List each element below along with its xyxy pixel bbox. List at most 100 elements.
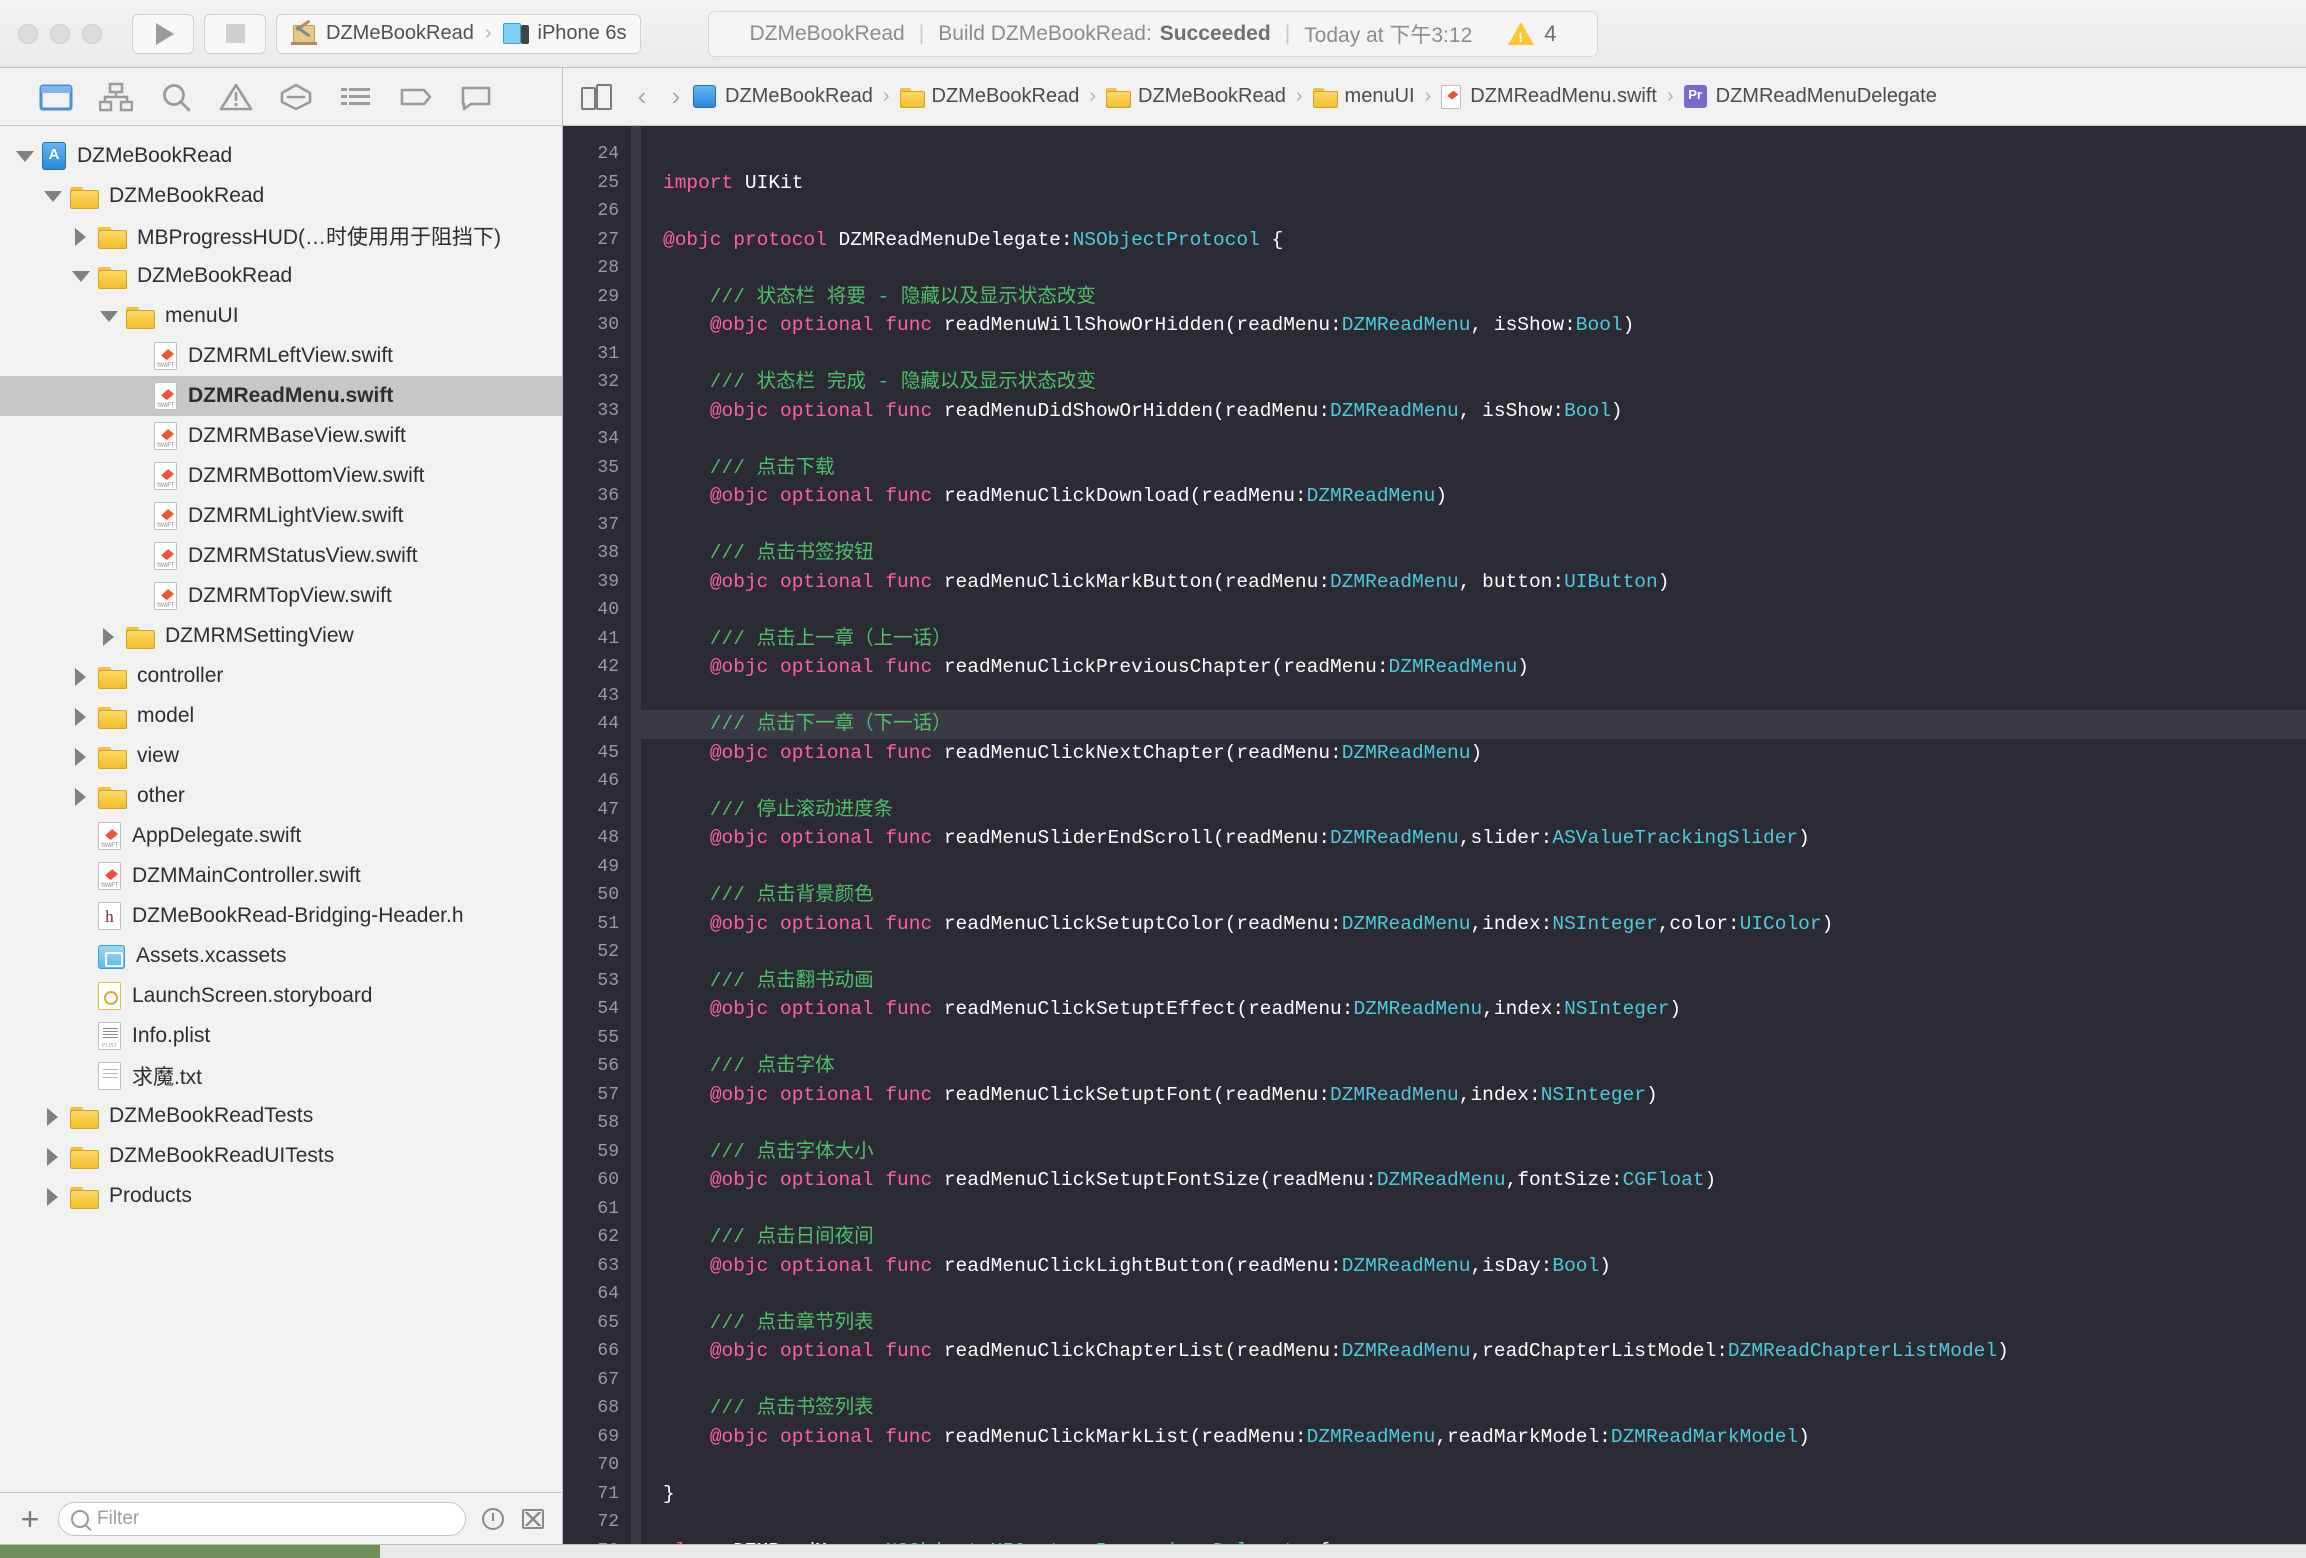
sidebar-item-breakpoint-navigator[interactable] bbox=[386, 74, 446, 120]
tree-row[interactable]: DZMRMTopView.swift bbox=[0, 576, 562, 616]
code-line[interactable]: /// 点击书签按钮 bbox=[663, 539, 2306, 568]
disclosure-triangle-icon[interactable] bbox=[42, 1185, 64, 1207]
run-button[interactable] bbox=[132, 13, 194, 54]
code-line[interactable]: /// 点击书签列表 bbox=[663, 1394, 2306, 1423]
code-line[interactable]: @objc optional func readMenuClickDownloa… bbox=[663, 482, 2306, 511]
tree-row[interactable]: model bbox=[0, 696, 562, 736]
back-button[interactable]: ‹ bbox=[625, 81, 659, 112]
stop-button[interactable] bbox=[204, 13, 266, 54]
code-line[interactable] bbox=[663, 1508, 2306, 1537]
tree-row[interactable]: DZMeBookRead bbox=[0, 136, 562, 176]
disclosure-triangle-icon[interactable] bbox=[70, 225, 92, 247]
code-line[interactable] bbox=[663, 1280, 2306, 1309]
tree-row[interactable]: 求魔.txt bbox=[0, 1056, 562, 1096]
sidebar-item-test-navigator[interactable] bbox=[266, 74, 326, 120]
code-line[interactable]: /// 点击翻书动画 bbox=[663, 967, 2306, 996]
code-line[interactable] bbox=[663, 1451, 2306, 1480]
code-line[interactable] bbox=[663, 140, 2306, 169]
editor-layout-icon[interactable] bbox=[581, 83, 612, 110]
tree-row[interactable]: Info.plist bbox=[0, 1016, 562, 1056]
code-line[interactable]: @objc optional func readMenuSliderEndScr… bbox=[663, 824, 2306, 853]
minimize-button[interactable] bbox=[50, 23, 70, 44]
disclosure-triangle-icon[interactable] bbox=[14, 145, 36, 167]
sidebar-item-issue-navigator[interactable] bbox=[206, 74, 266, 120]
code-line[interactable]: } bbox=[663, 1480, 2306, 1509]
forward-button[interactable]: › bbox=[659, 81, 693, 112]
code-line[interactable] bbox=[663, 1366, 2306, 1395]
tree-row[interactable]: other bbox=[0, 776, 562, 816]
breadcrumb-item[interactable]: menuUI bbox=[1312, 85, 1415, 108]
code-line[interactable]: @objc optional func readMenuClickPreviou… bbox=[663, 653, 2306, 682]
project-file-tree[interactable]: DZMeBookRead DZMeBookRead MBProgressHUD(…时… bbox=[0, 126, 562, 1492]
code-line[interactable]: @objc optional func readMenuClickMarkBut… bbox=[663, 568, 2306, 597]
disclosure-triangle-icon[interactable] bbox=[98, 305, 120, 327]
code-line[interactable] bbox=[663, 938, 2306, 967]
add-file-button[interactable]: + bbox=[16, 1503, 44, 1535]
code-line[interactable]: @objc optional func readMenuDidShowOrHid… bbox=[663, 397, 2306, 426]
zoom-button[interactable] bbox=[82, 23, 102, 44]
code-line[interactable] bbox=[663, 425, 2306, 454]
source-editor[interactable]: 24 25 26 27 28 29 30 31 32 33 34 35 36 37 38 39 40 41 42 43… bbox=[563, 126, 2306, 1544]
tree-row[interactable]: menuUI bbox=[0, 296, 562, 336]
code-line[interactable]: /// 点击日间夜间 bbox=[663, 1223, 2306, 1252]
breadcrumb-item[interactable]: DZMReadMenuDelegate bbox=[1683, 85, 1937, 108]
tree-row[interactable]: MBProgressHUD(…时使用用于阻挡下) bbox=[0, 216, 562, 256]
code-line[interactable]: /// 状态栏 完成 - 隐藏以及显示状态改变 bbox=[663, 368, 2306, 397]
disclosure-triangle-icon[interactable] bbox=[70, 785, 92, 807]
code-line[interactable] bbox=[663, 197, 2306, 226]
code-line[interactable] bbox=[663, 767, 2306, 796]
code-line[interactable]: @objc optional func readMenuClickNextCha… bbox=[663, 739, 2306, 768]
warning-indicator[interactable]: 4 bbox=[1508, 21, 1557, 47]
code-line[interactable]: @objc protocol DZMReadMenuDelegate:NSObj… bbox=[663, 226, 2306, 255]
code-line[interactable]: @objc optional func readMenuWillShowOrHi… bbox=[663, 311, 2306, 340]
code-line[interactable]: /// 停止滚动进度条 bbox=[663, 796, 2306, 825]
tree-row[interactable]: AppDelegate.swift bbox=[0, 816, 562, 856]
tree-row[interactable]: LaunchScreen.storyboard bbox=[0, 976, 562, 1016]
tree-row[interactable]: DZMRMBaseView.swift bbox=[0, 416, 562, 456]
code-content[interactable]: import UIKit @objc protocol DZMReadMenuD… bbox=[641, 126, 2306, 1544]
disclosure-triangle-icon[interactable] bbox=[42, 185, 64, 207]
code-line[interactable]: /// 点击字体大小 bbox=[663, 1138, 2306, 1167]
code-line[interactable] bbox=[663, 1109, 2306, 1138]
tree-row[interactable]: Assets.xcassets bbox=[0, 936, 562, 976]
disclosure-triangle-icon[interactable] bbox=[98, 625, 120, 647]
tree-row[interactable]: DZMRMSettingView bbox=[0, 616, 562, 656]
code-line[interactable] bbox=[663, 340, 2306, 369]
code-line[interactable]: /// 点击上一章（上一话） bbox=[663, 625, 2306, 654]
code-line[interactable]: @objc optional func readMenuClickSetuptC… bbox=[663, 910, 2306, 939]
sidebar-item-source-control-navigator[interactable] bbox=[86, 74, 146, 120]
sidebar-item-project-navigator[interactable] bbox=[26, 74, 86, 120]
tree-row[interactable]: DZMRMStatusView.swift bbox=[0, 536, 562, 576]
code-line[interactable]: @objc optional func readMenuClickSetuptE… bbox=[663, 995, 2306, 1024]
scheme-destination-selector[interactable]: DZMeBookRead › iPhone 6s bbox=[276, 13, 642, 54]
tree-row[interactable]: DZMMainController.swift bbox=[0, 856, 562, 896]
code-line[interactable]: /// 点击章节列表 bbox=[663, 1309, 2306, 1338]
activity-status-bar[interactable]: DZMeBookRead | Build DZMeBookRead: Succe… bbox=[708, 10, 1598, 57]
tree-row[interactable]: DZMeBookRead bbox=[0, 256, 562, 296]
tree-row[interactable]: view bbox=[0, 736, 562, 776]
code-line[interactable] bbox=[663, 596, 2306, 625]
close-button[interactable] bbox=[18, 23, 38, 44]
code-line[interactable]: @objc optional func readMenuClickSetuptF… bbox=[663, 1166, 2306, 1195]
code-line[interactable]: class DZMReadMenu: NSObject,UIGestureRec… bbox=[663, 1537, 2306, 1545]
code-line[interactable]: @objc optional func readMenuClickLightBu… bbox=[663, 1252, 2306, 1281]
code-line[interactable] bbox=[663, 853, 2306, 882]
scheme-name[interactable]: DZMeBookRead bbox=[326, 22, 474, 45]
breadcrumb-item[interactable]: DZMeBookRead bbox=[899, 85, 1079, 108]
code-line[interactable]: @objc optional func readMenuClickSetuptF… bbox=[663, 1081, 2306, 1110]
sidebar-item-find-navigator[interactable] bbox=[146, 74, 206, 120]
tree-row[interactable]: DZMeBookRead-Bridging-Header.h bbox=[0, 896, 562, 936]
code-line[interactable]: /// 点击下载 bbox=[663, 454, 2306, 483]
source-control-filter-button[interactable] bbox=[520, 1506, 546, 1532]
disclosure-triangle-icon[interactable] bbox=[42, 1145, 64, 1167]
code-line[interactable]: /// 点击字体 bbox=[663, 1052, 2306, 1081]
disclosure-triangle-icon[interactable] bbox=[70, 745, 92, 767]
code-line[interactable] bbox=[663, 1195, 2306, 1224]
code-line[interactable] bbox=[663, 1024, 2306, 1053]
code-line[interactable]: /// 点击下一章（下一话） bbox=[641, 710, 2306, 739]
disclosure-triangle-icon[interactable] bbox=[42, 1105, 64, 1127]
tree-row[interactable]: controller bbox=[0, 656, 562, 696]
tree-row[interactable]: DZMReadMenu.swift bbox=[0, 376, 562, 416]
tree-row[interactable]: DZMeBookRead bbox=[0, 176, 562, 216]
disclosure-triangle-icon[interactable] bbox=[70, 265, 92, 287]
